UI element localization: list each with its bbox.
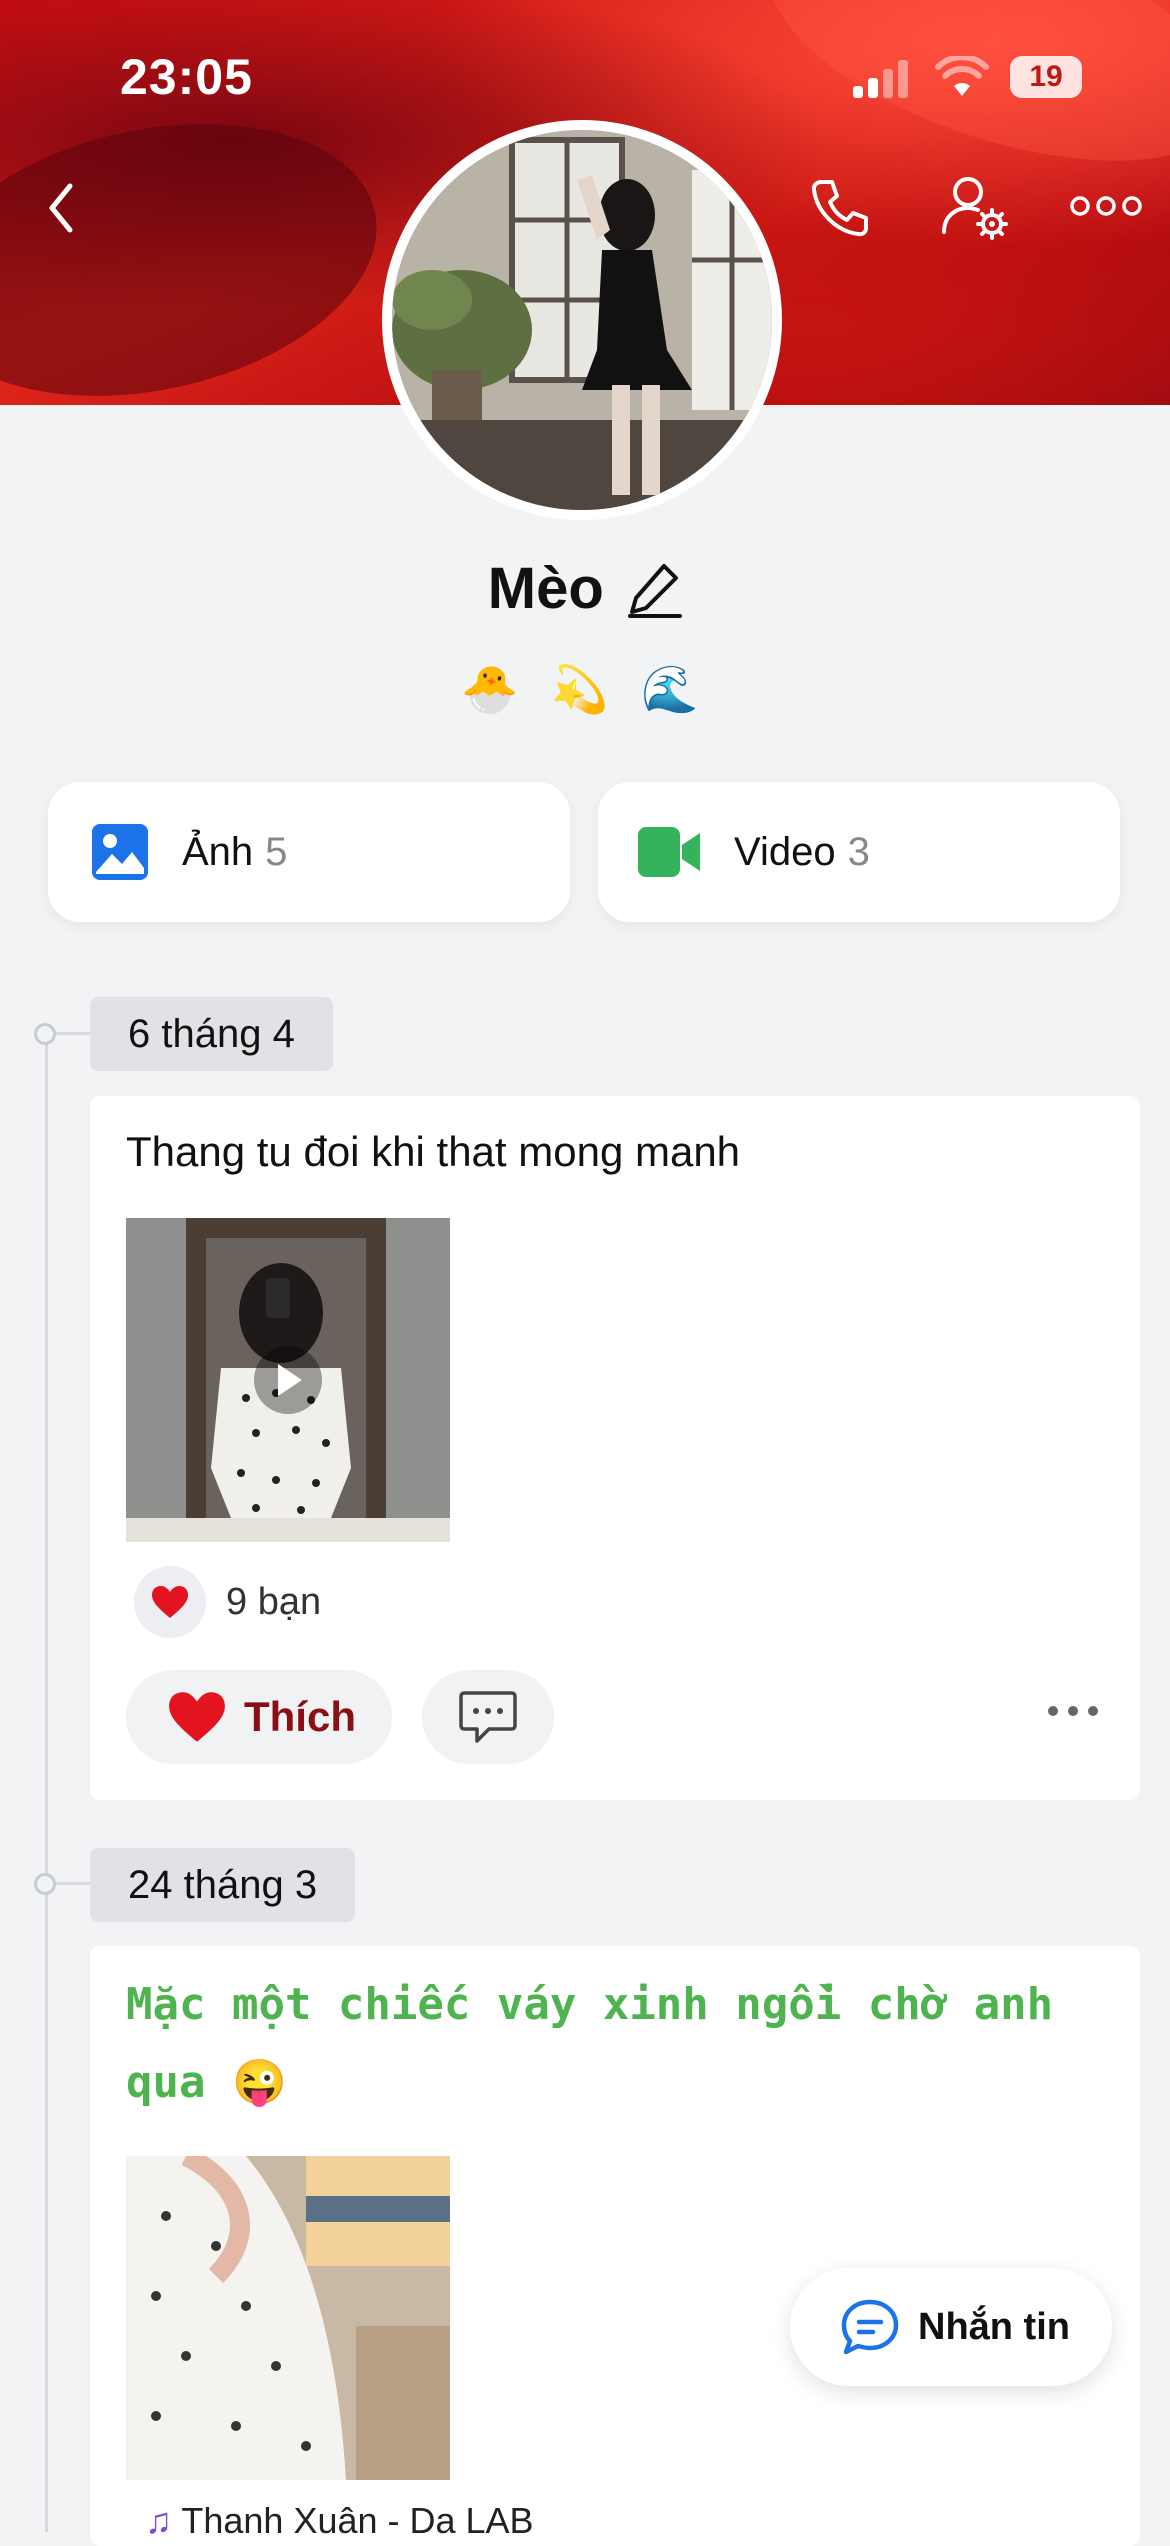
post-more-icon[interactable] xyxy=(1046,1704,1100,1718)
timeline-dot xyxy=(34,1873,56,1895)
post-text: Mặc một chiếc váy xinh ngồi chờ anh qua … xyxy=(126,1979,1054,2108)
photos-tab-count: 5 xyxy=(265,829,288,874)
photos-tab[interactable]: Ảnh 5 xyxy=(48,782,570,922)
cover-petal xyxy=(0,85,403,405)
message-button[interactable]: Nhắn tin xyxy=(790,2268,1112,2386)
reaction-count: 9 bạn xyxy=(226,1580,322,1623)
image-icon xyxy=(92,824,148,880)
post-card[interactable]: Thang tu đoi khi that mong manh 9 bạn Th… xyxy=(90,1096,1140,1800)
comment-icon xyxy=(459,1691,517,1743)
avatar-photo xyxy=(392,130,772,510)
timeline-dot xyxy=(34,1023,56,1045)
post-date: 6 tháng 4 xyxy=(90,997,333,1071)
reaction-summary[interactable]: 9 bạn xyxy=(134,1566,321,1638)
phone-icon[interactable] xyxy=(808,176,872,240)
photos-tab-label: Ảnh xyxy=(182,829,254,874)
timeline-tick xyxy=(56,1882,90,1885)
chat-bubble-icon xyxy=(841,2299,899,2355)
status-time: 23:05 xyxy=(120,49,253,105)
photo-thumbnail-image xyxy=(126,2156,450,2480)
comment-button[interactable] xyxy=(422,1670,554,1764)
battery-indicator: 19 xyxy=(1010,56,1082,98)
avatar[interactable] xyxy=(382,120,782,520)
pencil-icon[interactable] xyxy=(628,560,683,618)
profile-name-row: Mèo xyxy=(0,555,1170,622)
timeline-tick xyxy=(56,1032,90,1035)
videos-tab-label: Video xyxy=(734,829,836,874)
music-title: Thanh Xuân - Da LAB xyxy=(181,2500,534,2541)
music-row[interactable]: ♫ Thanh Xuân - Da LAB xyxy=(145,2500,534,2542)
video-thumbnail[interactable] xyxy=(126,1218,450,1542)
video-camera-icon xyxy=(638,827,700,877)
back-icon[interactable] xyxy=(40,178,80,238)
profile-emojis: 🐣 💫 🌊 xyxy=(461,663,709,715)
wifi-icon xyxy=(935,56,989,96)
videos-tab-count: 3 xyxy=(847,829,870,874)
post-card[interactable]: Mặc một chiếc váy xinh ngồi chờ anh qua … xyxy=(90,1946,1140,2546)
user-gear-icon[interactable] xyxy=(940,172,1010,242)
music-note-icon: ♫ xyxy=(145,2500,172,2541)
post-date: 24 tháng 3 xyxy=(90,1848,356,1922)
post-text: Thang tu đoi khi that mong manh xyxy=(126,1128,741,1175)
more-horizontal-icon[interactable] xyxy=(1070,194,1142,218)
photo-thumbnail[interactable] xyxy=(126,2156,450,2480)
like-button[interactable]: Thích xyxy=(126,1670,392,1764)
signal-icon xyxy=(853,60,913,98)
like-button-label: Thích xyxy=(244,1693,356,1740)
heart-icon xyxy=(169,1692,225,1742)
profile-name: Mèo xyxy=(487,556,604,621)
videos-tab[interactable]: Video 3 xyxy=(598,782,1120,922)
message-button-label: Nhắn tin xyxy=(918,2305,1070,2348)
timeline-line xyxy=(45,1030,48,2532)
video-thumbnail-image xyxy=(126,1218,450,1542)
heart-reaction-icon xyxy=(134,1566,206,1638)
